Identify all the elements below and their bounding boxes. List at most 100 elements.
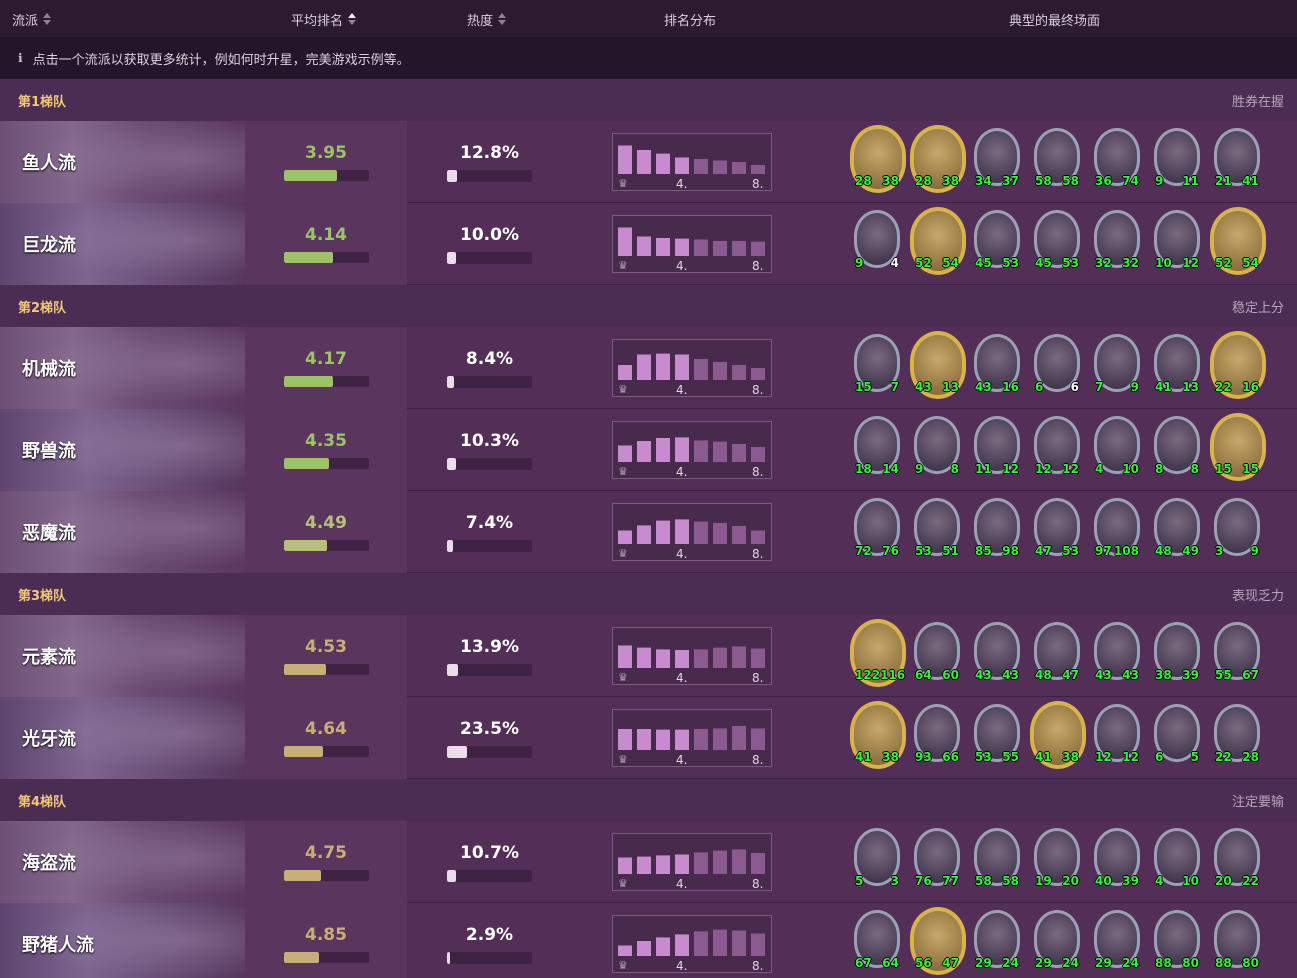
comp-name: 鱼人流 [22, 153, 76, 174]
sort-comp-button[interactable]: 流派 [12, 10, 52, 29]
minion-card: 11 12 [970, 413, 1024, 483]
final-board: 67 64 56 47 29 24 29 24 29 24 88 80 88 80 [850, 907, 1280, 978]
minion-stats: 4 10 [1150, 874, 1204, 888]
minion-stats: 22 16 [1210, 380, 1264, 394]
minion-card: 76 77 [910, 825, 964, 895]
minion-attack: 18 [855, 462, 872, 476]
dist-label-end: 8. [752, 547, 764, 561]
distribution-bar [675, 157, 689, 174]
col-dist-header: 排名分布 [664, 10, 716, 29]
comp-row[interactable]: 海盗流 4.75 10.7% ♛ 4. 8. 5 3 76 77 58 58 19 20 40 39 4 10 20… [0, 821, 1297, 903]
minion-attack: 15 [855, 380, 872, 394]
minion-stats: 53 [850, 874, 904, 888]
minion-attack: 88 [1215, 956, 1232, 970]
minion-health: 24 [1062, 956, 1079, 970]
minion-card: 28 38 [850, 125, 906, 195]
minion-stats: 28 38 [850, 174, 904, 188]
popularity-bar [447, 376, 532, 388]
minion-stats: 72 76 [850, 544, 904, 558]
minion-attack: 85 [975, 544, 992, 558]
distribution-bar [618, 945, 632, 956]
final-board: 18 14 9 8 11 12 12 12 4 10 8 8 15 15 [850, 413, 1280, 489]
distribution-bar [694, 649, 708, 668]
minion-card: 55 67 [1210, 619, 1264, 689]
minion-health: 41 [1242, 174, 1259, 188]
minion-card: 56 47 [910, 907, 966, 977]
placement-distribution: ♛ 4. 8. [612, 709, 772, 767]
minion-health: 76 [882, 544, 899, 558]
crown-icon: ♛ [618, 383, 628, 396]
comp-art: 恶魔流 [0, 491, 245, 573]
popularity-bar-fill [447, 870, 456, 882]
comp-row[interactable]: 野兽流 4.35 10.3% ♛ 4. 8. 18 14 9 8 11 12 12 12 4 10 8 8 15 15 [0, 409, 1297, 491]
distribution-bar [618, 857, 632, 874]
minion-stats: 15 15 [1210, 462, 1264, 476]
popularity-bar [447, 746, 532, 758]
comp-row[interactable]: 野猪人流 4.85 2.9% ♛ 4. 8. 67 64 56 47 29 24 29 24 29 24 88 8… [0, 903, 1297, 978]
comp-row[interactable]: 机械流 4.17 8.4% ♛ 4. 8. 15 7 43 13 43 16 6 6 7 9 41 13 22 16 [0, 327, 1297, 409]
distribution-bar [694, 239, 708, 256]
minion-card: 19 20 [1030, 825, 1084, 895]
minion-attack: 88 [1155, 956, 1172, 970]
comp-row[interactable]: 元素流 4.53 13.9% ♛ 4. 8. 122 116 64 60 43 43 48 47 43 43 3… [0, 615, 1297, 697]
avg-placement: 4.35 [305, 431, 347, 451]
popularity-bar-fill [447, 376, 454, 388]
popularity: 7.4% [465, 513, 514, 533]
minion-attack: 48 [1155, 544, 1172, 558]
dist-label-mid: 4. [676, 671, 688, 685]
info-icon: ℹ [18, 51, 23, 65]
comp-row[interactable]: 恶魔流 4.49 7.4% ♛ 4. 8. 72 76 53 51 85 98 47 53 97 108 48 4… [0, 491, 1297, 573]
minion-attack: 76 [915, 874, 932, 888]
minion-health: 12 [1122, 750, 1139, 764]
avg-placement: 4.53 [305, 637, 347, 657]
avg-bar [284, 664, 369, 675]
minion-stats: 79 [1090, 380, 1144, 394]
minion-card: 9 11 [1150, 125, 1204, 195]
distribution-bar [732, 162, 746, 174]
comp-art: 野猪人流 [0, 903, 245, 978]
minion-stats: 15 7 [850, 380, 904, 394]
minion-attack: 21 [1215, 174, 1232, 188]
distribution-bar [713, 647, 727, 668]
minion-card: 48 47 [1030, 619, 1084, 689]
minion-card: 29 24 [1090, 907, 1144, 977]
minion-card: 41 38 [850, 701, 906, 771]
popularity: 10.7% [460, 843, 519, 863]
minion-attack: 4 [1155, 874, 1164, 888]
minion-stats: 85 98 [970, 544, 1024, 558]
sort-avg-button[interactable]: 平均排名 [291, 10, 357, 29]
minion-stats: 19 20 [1030, 874, 1084, 888]
minion-stats: 29 24 [1090, 956, 1144, 970]
final-board: 15 7 43 13 43 16 6 6 7 9 41 13 22 16 [850, 331, 1280, 407]
minion-stats: 97 108 [1090, 544, 1144, 558]
dist-label-mid: 4. [676, 753, 688, 767]
minion-card: 41 13 [1150, 331, 1204, 401]
popularity-bar-fill [447, 252, 456, 264]
minion-health: 38 [1062, 750, 1079, 764]
minion-attack: 32 [1095, 256, 1112, 270]
comp-row[interactable]: 巨龙流 4.14 10.0% ♛ 4. 8. 9 4 52 54 45 53 45 53 32 32 10 12 5… [0, 203, 1297, 285]
distribution-bar [637, 354, 651, 380]
avg-bar-fill [284, 376, 334, 387]
tier-header: 第3梯队 表现乏力 [0, 573, 1297, 615]
comp-row[interactable]: 鱼人流 3.95 12.8% ♛ 4. 8. 28 38 28 38 34 37 58 58 36 74 9 11… [0, 121, 1297, 203]
minion-stats: 20 22 [1210, 874, 1264, 888]
minion-stats: 98 [910, 462, 964, 476]
minion-stats: 39 [1210, 544, 1264, 558]
distribution-bar [751, 648, 765, 668]
comp-row[interactable]: 光牙流 4.64 23.5% ♛ 4. 8. 41 38 93 66 53 55 41 38 12 12 6 5 2… [0, 697, 1297, 779]
minion-card: 10 12 [1150, 207, 1204, 277]
distribution-bar [656, 855, 670, 874]
dist-label-mid: 4. [676, 383, 688, 397]
avg-bar-fill [284, 540, 327, 551]
crown-icon: ♛ [618, 671, 628, 684]
sort-icon [42, 13, 52, 26]
minion-card: 88 80 [1150, 907, 1204, 977]
minion-card: 53 51 [910, 495, 964, 565]
placement-distribution: ♛ 4. 8. [612, 133, 772, 191]
minion-health: 9 [1130, 380, 1139, 394]
sort-pop-button[interactable]: 热度 [467, 10, 507, 29]
distribution-bar [656, 238, 670, 256]
minion-stats: 53 55 [970, 750, 1024, 764]
minion-attack: 11 [975, 462, 992, 476]
